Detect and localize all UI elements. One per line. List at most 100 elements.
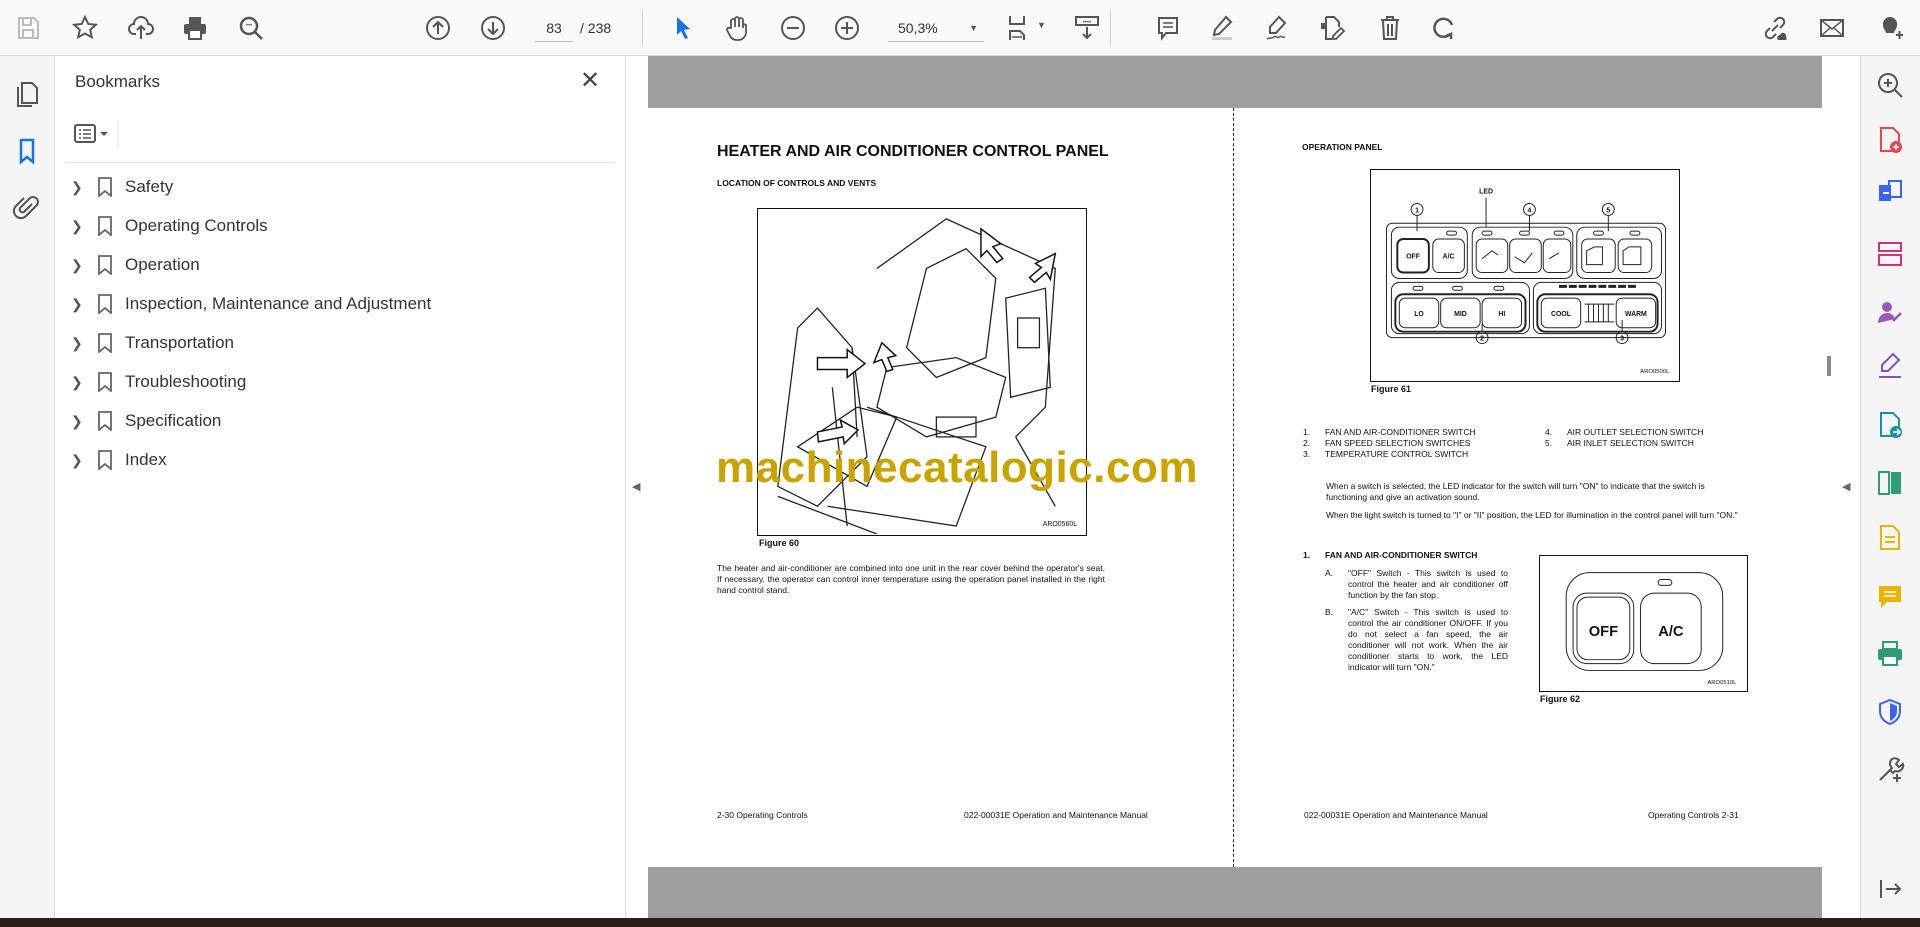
bookmark-icon [98,333,112,353]
chevron-left-icon[interactable]: ◀ [1842,480,1850,493]
chevron-right-icon[interactable]: ❯ [71,296,87,313]
bookmark-item[interactable]: ❯ Transportation [65,325,605,361]
chevron-right-icon[interactable]: ❯ [71,179,87,196]
save-icon[interactable] [10,10,46,46]
list-item-text: AIR INLET SELECTION SWITCH [1567,438,1694,448]
select-cursor-icon[interactable] [665,10,701,46]
body-paragraph: When a switch is selected, the LED indic… [1326,481,1705,502]
combine-files-icon[interactable] [1875,177,1907,209]
led-label: LED [1479,189,1493,196]
print-icon[interactable] [177,10,213,46]
list-item-text: AIR OUTLET SELECTION SWITCH [1567,427,1704,437]
page-footer-left: 2-30 Operating Controls [717,810,808,820]
list-number: 3. [1303,449,1311,459]
organize-pages-icon[interactable] [1875,239,1907,271]
bookmark-item[interactable]: ❯ Operating Controls [65,208,605,244]
bookmark-label: Operating Controls [125,216,268,235]
collapse-tools-icon[interactable] [1875,874,1907,906]
bookmark-label: Specification [125,411,222,430]
page-thumbnails-icon[interactable] [12,78,42,108]
sign-icon[interactable] [1259,10,1295,46]
create-pdf-icon[interactable] [1875,125,1907,157]
bookmark-label: Transportation [125,333,234,352]
chevron-right-icon[interactable]: ❯ [71,335,87,352]
svg-text:3: 3 [1620,336,1624,343]
edit-pdf-icon[interactable] [1314,10,1350,46]
section-heading: OPERATION PANEL [1302,142,1383,152]
more-tools-icon[interactable] [1875,755,1907,787]
bookmark-item[interactable]: ❯ Inspection, Maintenance and Adjustment [65,286,605,322]
zoom-search-icon[interactable] [1875,70,1907,102]
fit-page-icon[interactable] [1000,10,1036,46]
chevron-left-icon[interactable]: ◀ [632,480,640,493]
bookmarks-panel: Bookmarks ✕ ❯ Safety ❯ Operating Controls ❯ O… [55,56,626,918]
chevron-right-icon[interactable]: ❯ [71,374,87,391]
bookmark-item[interactable]: ❯ Specification [65,403,605,439]
bookmark-icon [98,216,112,236]
edit-pdf-side-icon[interactable] [1875,523,1907,555]
share-link-icon[interactable] [1757,10,1793,46]
request-signature-icon[interactable] [1875,297,1907,329]
sidebar-collapse-handle[interactable]: ◀ [626,56,648,918]
toolbar-divider [642,10,643,46]
add-user-icon[interactable] [1872,10,1908,46]
hand-icon[interactable] [719,10,755,46]
search-icon[interactable]: ••• [233,10,269,46]
off-ac-switch-illustration: OFF A/C ARO0510L [1565,572,1737,686]
list-number: 1. [1303,427,1311,437]
section-number: 1. [1303,550,1311,560]
svg-text:LO: LO [1414,311,1424,318]
comment-side-icon[interactable] [1875,582,1907,614]
svg-text:WARM: WARM [1625,311,1647,318]
mail-icon[interactable] [1814,10,1850,46]
comment-icon[interactable] [1150,10,1186,46]
chevron-right-icon[interactable]: ❯ [71,413,87,430]
bookmark-item[interactable]: ❯ Operation [65,247,605,283]
figure-code: ARO0510L [1707,680,1737,686]
rotate-icon[interactable] [1426,10,1462,46]
bookmark-icon [98,294,112,314]
bookmark-icon [98,450,112,470]
compare-files-icon[interactable] [1875,468,1907,500]
list-number: 4. [1545,427,1553,437]
chevron-right-icon[interactable]: ❯ [71,452,87,469]
page-footer-right: Operating Controls 2-31 [1648,810,1739,820]
page-number-input[interactable]: 83 [535,14,573,42]
page-divider [1233,108,1234,867]
chevron-down-icon[interactable]: ▼ [1037,20,1046,30]
protect-shield-icon[interactable] [1875,697,1907,729]
svg-text:A/C: A/C [1658,624,1684,640]
right-panel-collapse-area: ◀ [1822,56,1860,918]
attachment-icon[interactable] [12,192,42,222]
chevron-right-icon[interactable]: ❯ [71,257,87,274]
bookmark-options-button[interactable] [73,120,121,148]
chevron-right-icon[interactable]: ❯ [71,218,87,235]
svg-text:4: 4 [1528,207,1532,214]
bookmark-item[interactable]: ❯ Safety [65,169,605,205]
bookmark-item[interactable]: ❯ Index [65,442,605,478]
fill-sign-icon[interactable] [1875,351,1907,383]
print-production-icon[interactable] [1875,639,1907,671]
bookmark-item[interactable]: ❯ Troubleshooting [65,364,605,400]
zoom-level-select[interactable]: 50,3% ▼ [888,14,984,42]
close-icon[interactable]: ✕ [575,66,605,96]
cloud-upload-icon[interactable] [123,10,159,46]
star-icon[interactable] [67,10,103,46]
bookmarks-icon[interactable] [12,136,42,166]
scroll-mode-icon[interactable]: •••• [1069,10,1105,46]
list-options-icon [74,120,119,148]
list-number: 5. [1545,438,1553,448]
svg-text:2: 2 [1480,336,1484,343]
page-up-icon[interactable] [420,10,456,46]
zoom-out-icon[interactable] [775,10,811,46]
highlight-icon[interactable] [1204,10,1240,46]
watermark: machinecatalogic.com [716,443,1198,492]
scrollbar-thumb[interactable] [1827,356,1831,376]
svg-text:1: 1 [1415,207,1419,214]
zoom-in-icon[interactable] [829,10,865,46]
page-down-icon[interactable] [475,10,511,46]
export-pdf-icon[interactable] [1875,410,1907,442]
bookmark-icon [98,177,112,197]
delete-icon[interactable] [1372,10,1408,46]
sub-item-letter: A. [1325,568,1334,578]
